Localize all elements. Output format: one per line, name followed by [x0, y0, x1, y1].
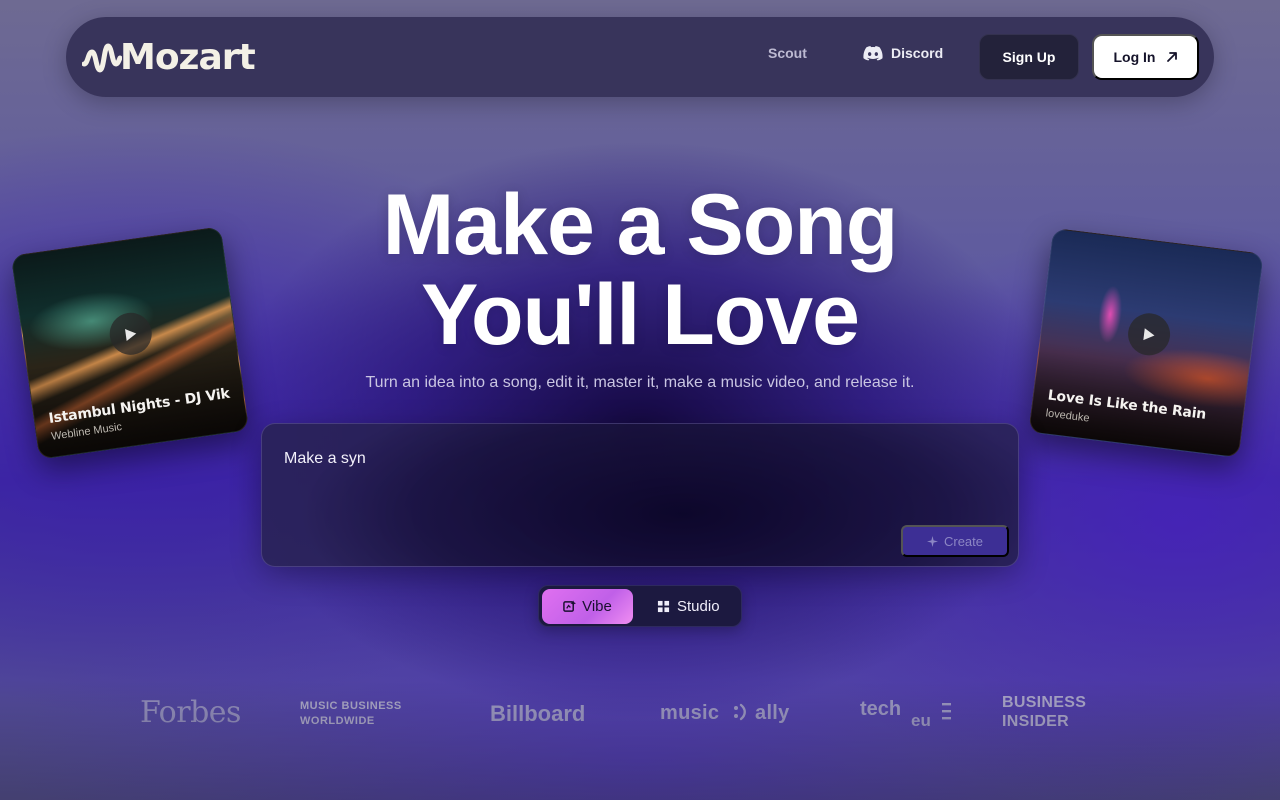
create-button-label: Create — [943, 533, 984, 549]
mode-toggle: Vibe Studio — [538, 585, 742, 627]
arrow-up-right-icon — [1166, 52, 1177, 62]
nav-link-discord-label: Discord — [891, 45, 944, 61]
press-logo-musically: music ally — [660, 702, 790, 725]
top-nav: Mozart Scout Discord Sign Up Log In — [66, 17, 1214, 97]
press-bi-line1: BUSINESS — [1002, 694, 1087, 711]
press-techeu-part2: eu — [911, 711, 931, 730]
grid-icon — [657, 600, 670, 613]
nav-link-discord[interactable]: Discord — [863, 45, 943, 61]
press-mbw-line2: WORLDWIDE — [300, 715, 375, 727]
smile-icon — [734, 703, 747, 721]
press-logo-business-insider: BUSINESS INSIDER — [1002, 693, 1102, 731]
login-button-label: Log In — [1113, 49, 1156, 65]
vibe-icon — [563, 600, 577, 612]
mozart-logo[interactable]: Mozart — [82, 37, 256, 79]
press-bi-line2: INSIDER — [1002, 713, 1069, 730]
sparkle-icon — [926, 535, 938, 547]
nav-link-scout[interactable]: Scout — [768, 45, 807, 61]
signup-button[interactable]: Sign Up — [979, 34, 1079, 80]
mode-studio-button[interactable]: Studio — [647, 589, 739, 624]
press-logo-mbw: MUSIC BUSINESS WORLDWIDE — [300, 699, 430, 729]
song-prompt-input[interactable] — [284, 450, 884, 468]
login-button[interactable]: Log In — [1092, 34, 1199, 80]
nav-link-scout-label: Scout — [768, 45, 807, 61]
press-logo-billboard: Billboard — [490, 701, 586, 726]
mode-vibe-label: Vibe — [582, 598, 612, 615]
techeu-bars-icon — [942, 703, 951, 720]
press-logo-forbes: Forbes — [140, 695, 241, 730]
press-techeu-part1: tech — [860, 698, 902, 720]
song-card-artist: loveduke — [1044, 407, 1091, 425]
logo-text: Mozart — [120, 37, 256, 78]
hero-subtitle: Turn an idea into a song, edit it, maste… — [365, 374, 915, 391]
press-musically-part1: music — [660, 702, 720, 724]
discord-icon — [863, 46, 883, 61]
press-musically-part2: ally — [755, 702, 790, 724]
mode-studio-label: Studio — [677, 598, 720, 615]
press-mbw-line1: MUSIC BUSINESS — [300, 700, 402, 712]
create-button[interactable]: Create — [901, 525, 1009, 557]
song-prompt-box: Create — [261, 423, 1019, 567]
hero-title-line2: You'll Love — [421, 267, 860, 363]
mode-vibe-button[interactable]: Vibe — [542, 589, 633, 624]
signup-button-label: Sign Up — [1002, 49, 1056, 65]
press-logo-techeu: tech eu — [860, 698, 960, 734]
hero-title: Make a Song You'll Love — [0, 180, 1280, 360]
hero-title-line1: Make a Song — [382, 177, 899, 273]
wave-logo-icon — [82, 43, 122, 73]
